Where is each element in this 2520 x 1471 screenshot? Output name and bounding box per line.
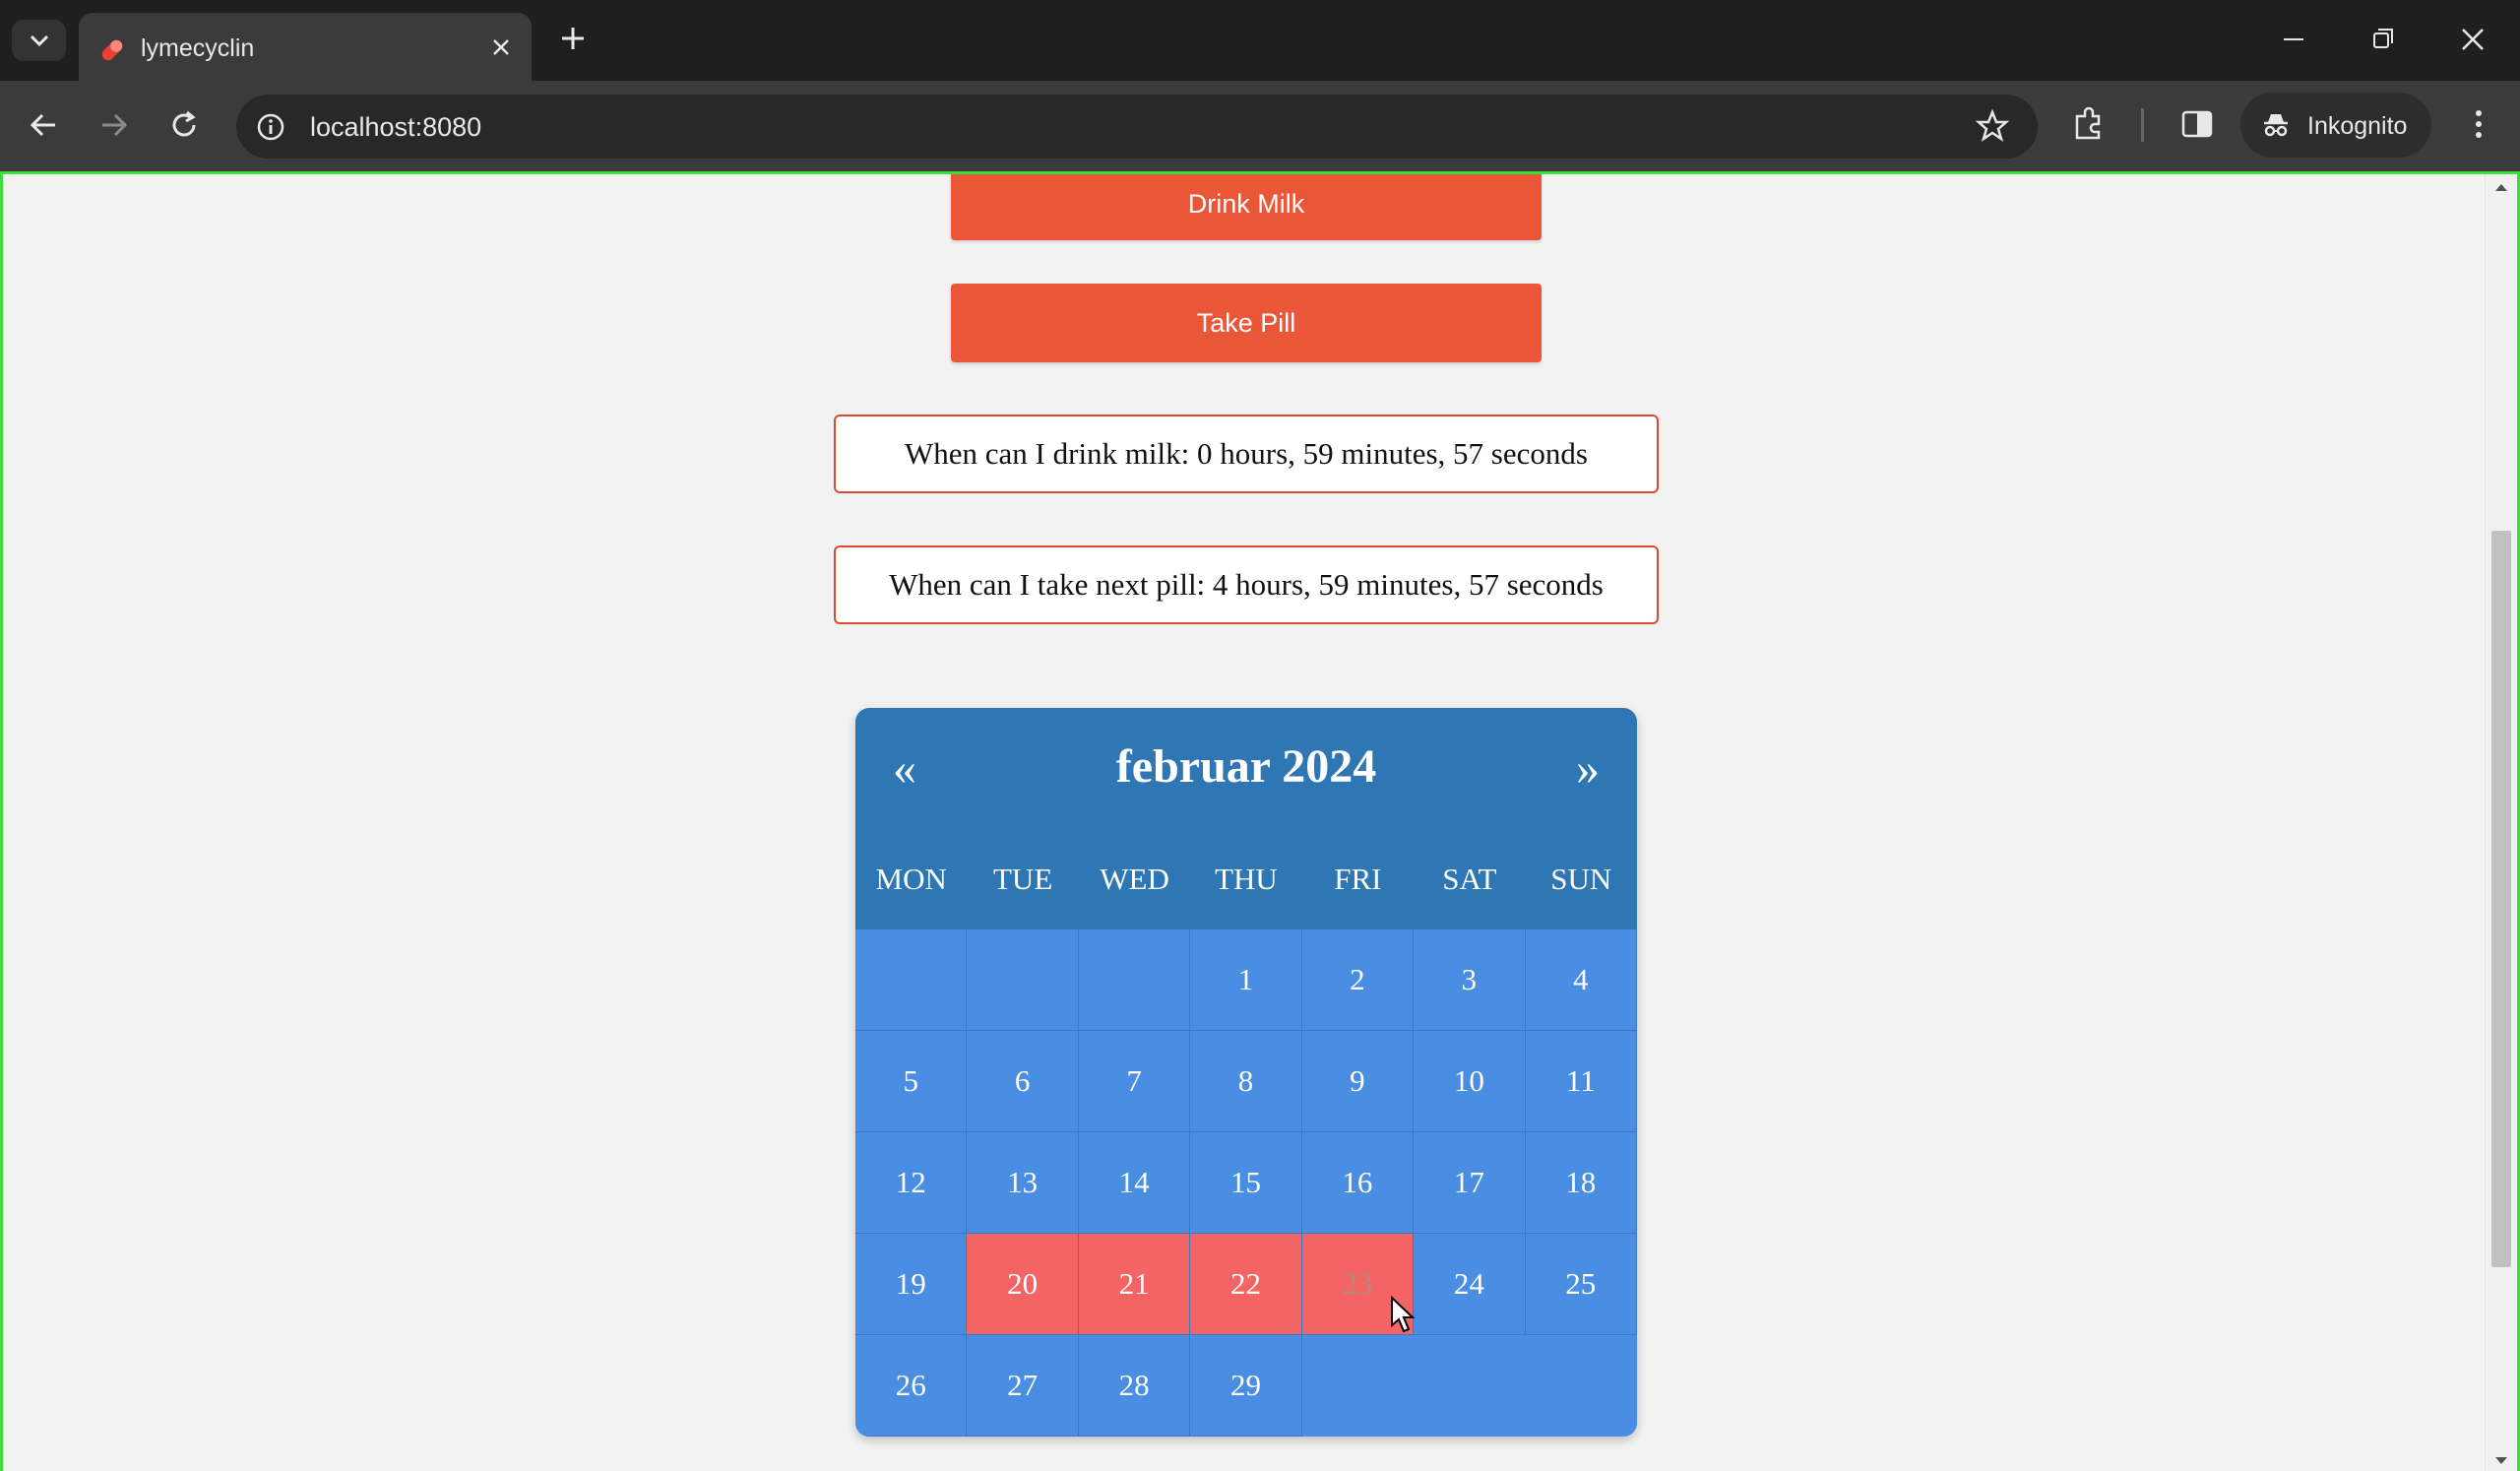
- extensions-icon[interactable]: [2067, 102, 2110, 146]
- weekday-label: THU: [1215, 862, 1278, 896]
- calendar-header: « februar 2024 »: [855, 708, 1637, 828]
- incognito-icon: [2264, 114, 2288, 137]
- chevron-down-icon: [30, 34, 48, 47]
- forward-arrow-icon[interactable]: [91, 102, 136, 148]
- calendar-month-title: februar 2024: [1115, 740, 1377, 793]
- scroll-up-icon[interactable]: [2493, 180, 2509, 194]
- calendar-day[interactable]: 15: [1190, 1132, 1302, 1234]
- take-pill-button[interactable]: Take Pill: [951, 284, 1542, 362]
- calendar-day[interactable]: 20: [967, 1234, 1079, 1335]
- weekday-label: MON: [875, 862, 947, 896]
- calendar-day[interactable]: 19: [855, 1234, 968, 1335]
- calendar-day[interactable]: 10: [1414, 1031, 1526, 1132]
- site-info-icon[interactable]: [254, 110, 287, 144]
- calendar-day[interactable]: 2: [1301, 929, 1415, 1031]
- reload-icon[interactable]: [161, 102, 207, 148]
- toolbar-divider: [2141, 108, 2144, 142]
- calendar-day[interactable]: 13: [967, 1132, 1079, 1234]
- browser-titlebar: lymecyclin: [0, 0, 2520, 81]
- scrollbar[interactable]: [2485, 174, 2517, 1471]
- calendar-empty-cell: [1301, 1335, 1415, 1437]
- weekday-label: TUE: [993, 862, 1053, 896]
- more-menu-icon[interactable]: [2457, 102, 2500, 146]
- weekday-label: SAT: [1442, 862, 1497, 896]
- calendar-empty-cell: [1414, 1335, 1526, 1437]
- calendar-empty-cell: [967, 929, 1079, 1031]
- calendar-day[interactable]: 28: [1078, 1335, 1191, 1437]
- calendar-day[interactable]: 12: [855, 1132, 968, 1234]
- calendar-day-grid: 1 2 3 4 5 6 7 8 9 10 11 12 13 14 15 16 17 18 19 20 21 22 23 24 2…: [855, 929, 1637, 1437]
- calendar-day[interactable]: 17: [1414, 1132, 1526, 1234]
- calendar-day[interactable]: 18: [1525, 1132, 1637, 1234]
- calendar-empty-cell: [855, 929, 968, 1031]
- close-window-icon[interactable]: [2451, 20, 2494, 59]
- calendar-day[interactable]: 29: [1190, 1335, 1302, 1437]
- calendar-day[interactable]: 11: [1525, 1031, 1637, 1132]
- calendar-day[interactable]: 14: [1078, 1132, 1191, 1234]
- calendar-day[interactable]: 26: [855, 1335, 968, 1437]
- milk-timer-text: When can I drink milk: 0 hours, 59 minut…: [834, 415, 1659, 493]
- new-tab-icon[interactable]: [556, 22, 590, 55]
- restore-icon[interactable]: [2362, 20, 2405, 59]
- calendar-day[interactable]: 16: [1301, 1132, 1415, 1234]
- browser-tab[interactable]: lymecyclin: [79, 13, 532, 81]
- minimize-icon[interactable]: [2272, 20, 2315, 59]
- pill-timer-text: When can I take next pill: 4 hours, 59 m…: [834, 545, 1659, 624]
- address-bar[interactable]: localhost:8080: [236, 95, 2038, 159]
- tab-search-button[interactable]: [12, 20, 66, 61]
- calendar-empty-cell: [1078, 929, 1191, 1031]
- url-text[interactable]: localhost:8080: [310, 112, 481, 143]
- calendar-day[interactable]: 25: [1525, 1234, 1637, 1335]
- calendar-day[interactable]: 21: [1078, 1234, 1191, 1335]
- calendar-day[interactable]: 5: [855, 1031, 968, 1132]
- calendar-day[interactable]: 8: [1190, 1031, 1302, 1132]
- weekday-label: FRI: [1334, 862, 1382, 896]
- weekday-label: WED: [1100, 862, 1169, 896]
- close-tab-icon[interactable]: [488, 34, 514, 60]
- calendar-empty-cell: [1525, 1335, 1637, 1437]
- weekday-label: SUN: [1550, 862, 1612, 896]
- calendar-weekday-row: MON TUE WED THU FRI SAT SUN: [855, 828, 1637, 929]
- calendar-day[interactable]: 7: [1078, 1031, 1191, 1132]
- calendar-day[interactable]: 6: [967, 1031, 1079, 1132]
- scrollbar-thumb[interactable]: [2491, 531, 2511, 1267]
- scroll-down-icon[interactable]: [2493, 1454, 2509, 1468]
- drink-milk-button[interactable]: Drink Milk: [951, 174, 1542, 240]
- incognito-badge[interactable]: Inkognito: [2240, 93, 2431, 158]
- browser-toolbar: localhost:8080 Inkognito: [0, 81, 2520, 171]
- calendar: « februar 2024 » MON TUE WED THU FRI SAT…: [855, 708, 1637, 1437]
- next-month-button[interactable]: »: [1558, 741, 1617, 796]
- mouse-cursor-icon: [1391, 1296, 1416, 1333]
- incognito-label: Inkognito: [2307, 112, 2408, 140]
- calendar-day[interactable]: 9: [1301, 1031, 1415, 1132]
- side-panel-icon[interactable]: [2175, 102, 2219, 146]
- bookmark-star-icon[interactable]: [1975, 108, 2010, 144]
- calendar-day[interactable]: 3: [1414, 929, 1526, 1031]
- calendar-day[interactable]: 22: [1190, 1234, 1302, 1335]
- pill-icon: [101, 39, 123, 61]
- tab-title: lymecyclin: [141, 34, 255, 62]
- back-arrow-icon[interactable]: [22, 102, 67, 148]
- calendar-day[interactable]: 27: [967, 1335, 1079, 1437]
- calendar-day[interactable]: 4: [1525, 929, 1637, 1031]
- page-viewport: Drink Milk Take Pill When can I drink mi…: [0, 171, 2520, 1471]
- calendar-day[interactable]: 24: [1414, 1234, 1526, 1335]
- calendar-day[interactable]: 1: [1190, 929, 1302, 1031]
